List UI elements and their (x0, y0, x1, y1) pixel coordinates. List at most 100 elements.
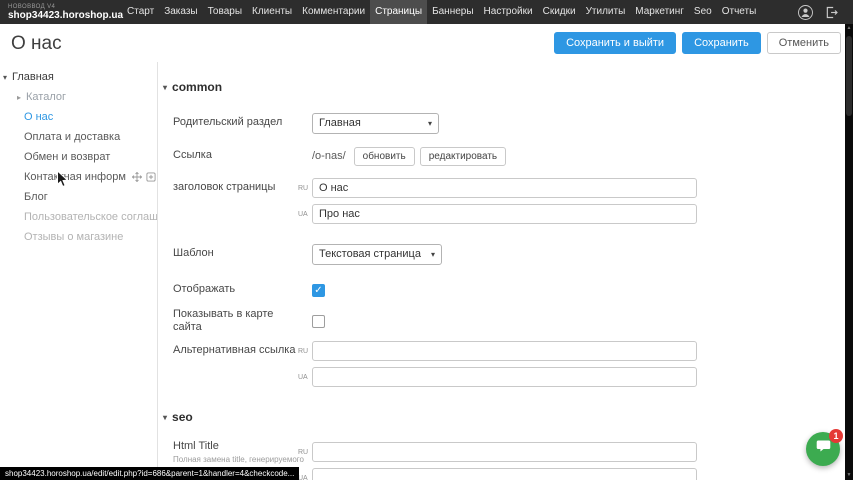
sidebar-item-label: Главная (12, 71, 54, 83)
sidebar-item-label: О нас (24, 111, 53, 123)
sidebar-item-3[interactable]: Оплата и доставка (0, 127, 157, 147)
field-row-display: Отображать ✓ (173, 282, 843, 298)
link-refresh-button[interactable]: обновить (354, 147, 415, 166)
sidebar-item-label: Контактная информ (24, 171, 126, 183)
scroll-down-icon[interactable]: ▼ (845, 472, 853, 478)
sidebar-item-0[interactable]: ▾Главная (0, 67, 157, 87)
field-label-sitemap: Показывать в карте сайта (173, 308, 298, 334)
parent-section-select[interactable]: Главная ▾ (312, 113, 439, 134)
chat-widget-button[interactable]: 1 (806, 432, 840, 466)
chevron-down-icon[interactable]: ▾ (3, 73, 12, 82)
template-value: Текстовая страница (319, 248, 421, 260)
field-label-page-title: заголовок страницы (173, 181, 298, 194)
field-label-html-title: Html Title (173, 440, 219, 452)
menu-item-12[interactable]: Отчеты (717, 0, 762, 24)
save-and-exit-button[interactable]: Сохранить и выйти (554, 32, 676, 54)
field-label-link: Ссылка (173, 149, 298, 162)
menu-item-11[interactable]: Seo (689, 0, 717, 24)
field-row-html-title-ru: Html Title Полная замена title, генериру… (173, 442, 843, 462)
app-window: НОВОВВОД V4 shop34423.horoshop.ua СтартЗ… (0, 0, 853, 480)
sidebar-item-7[interactable]: Пользовательское соглашение (0, 207, 157, 227)
field-row-template: Шаблон Текстовая страница ▾ (173, 243, 843, 265)
scroll-up-icon[interactable]: ▲ (845, 25, 853, 31)
move-icon[interactable] (132, 172, 142, 182)
menu-item-6[interactable]: Баннеры (427, 0, 478, 24)
status-url: shop34423.horoshop.ua/edit/edit.php?id=6… (0, 467, 299, 480)
logout-icon[interactable] (824, 5, 839, 20)
field-row-page-title-ua: UA (173, 204, 843, 224)
link-value: /o-nas/ (312, 150, 346, 162)
page-title: О нас (11, 33, 62, 55)
sidebar-item-8[interactable]: Отзывы о магазине (0, 227, 157, 247)
field-row-sitemap: Показывать в карте сайта (173, 313, 843, 329)
sidebar-item-6[interactable]: Блог (0, 187, 157, 207)
menu-item-5[interactable]: Страницы (370, 0, 427, 24)
field-row-alt-link-ru: Альтернативная ссылка RU (173, 341, 843, 361)
menu-item-2[interactable]: Товары (203, 0, 247, 24)
section-title: seo (172, 410, 193, 424)
page-tree: ▾Главная▸КаталогО насОплата и доставкаОб… (0, 62, 158, 480)
field-label-alt-link: Альтернативная ссылка (173, 344, 298, 357)
menu-item-10[interactable]: Маркетинг (630, 0, 689, 24)
lang-tag-ru: RU (298, 185, 312, 192)
field-label-parent: Родительский раздел (173, 116, 298, 129)
user-icon[interactable] (797, 4, 814, 21)
section-header-common[interactable]: ▾ common (163, 80, 222, 94)
sidebar-row-actions (132, 172, 157, 182)
header-buttons: Сохранить и выйти Сохранить Отменить (554, 32, 841, 54)
chevron-right-icon[interactable]: ▸ (17, 93, 26, 102)
link-edit-button[interactable]: редактировать (420, 147, 506, 166)
sidebar-item-label: Обмен и возврат (24, 151, 110, 163)
sidebar-item-4[interactable]: Обмен и возврат (0, 147, 157, 167)
field-label-display: Отображать (173, 283, 298, 296)
sidebar-item-1[interactable]: ▸Каталог (0, 87, 157, 107)
section-title: common (172, 80, 222, 94)
store-brand[interactable]: НОВОВВОД V4 shop34423.horoshop.ua (0, 4, 122, 21)
field-row-link: Ссылка /o-nas/ обновить редактировать (173, 146, 843, 166)
scrollbar-thumb[interactable] (846, 36, 852, 116)
chevron-down-icon: ▾ (431, 250, 435, 259)
sidebar-item-label: Пользовательское соглашение (24, 211, 157, 223)
lang-tag-ua: UA (298, 211, 312, 218)
menu-item-4[interactable]: Комментарии (297, 0, 370, 24)
sidebar-item-2[interactable]: О нас (0, 107, 157, 127)
sidebar-item-5[interactable]: Контактная информ (0, 167, 157, 187)
sitemap-checkbox[interactable] (312, 315, 325, 328)
menu-item-0[interactable]: Старт (122, 0, 159, 24)
brand-domain: shop34423.horoshop.ua (8, 11, 122, 21)
menu-item-7[interactable]: Настройки (479, 0, 538, 24)
display-checkbox[interactable]: ✓ (312, 284, 325, 297)
page-title-ru-input[interactable] (312, 178, 697, 198)
html-title-ru-input[interactable] (312, 442, 697, 462)
collapse-icon: ▾ (163, 413, 167, 422)
brand-version-label: НОВОВВОД V4 (8, 4, 122, 10)
lang-tag-ru: RU (298, 348, 312, 355)
field-label-template: Шаблон (173, 247, 298, 260)
save-button[interactable]: Сохранить (682, 32, 761, 54)
menu-item-8[interactable]: Скидки (538, 0, 581, 24)
sidebar-item-label: Каталог (26, 91, 66, 103)
chat-badge: 1 (829, 429, 843, 443)
topbar: НОВОВВОД V4 shop34423.horoshop.ua СтартЗ… (0, 0, 853, 24)
page-title-ua-input[interactable] (312, 204, 697, 224)
lang-tag-ua: UA (298, 475, 312, 480)
edit-form: ▾ common Родительский раздел Главная ▾ С… (158, 62, 845, 480)
alt-link-ru-input[interactable] (312, 341, 697, 361)
html-title-ua-input[interactable] (312, 468, 697, 480)
cancel-button[interactable]: Отменить (767, 32, 841, 54)
section-header-seo[interactable]: ▾ seo (163, 410, 193, 424)
sidebar-item-label: Отзывы о магазине (24, 231, 123, 243)
page-header: О нас Сохранить и выйти Сохранить Отмени… (0, 24, 853, 62)
template-select[interactable]: Текстовая страница ▾ (312, 244, 442, 265)
menu-item-1[interactable]: Заказы (159, 0, 202, 24)
scrollbar[interactable]: ▲ ▼ (845, 24, 853, 480)
field-hint-html-title: Полная замена title, генерируемого (173, 455, 323, 464)
add-icon[interactable] (146, 172, 156, 182)
lang-tag-ua: UA (298, 374, 312, 381)
sidebar-item-label: Оплата и доставка (24, 131, 120, 143)
menu-item-3[interactable]: Клиенты (247, 0, 297, 24)
chevron-down-icon: ▾ (428, 119, 432, 128)
alt-link-ua-input[interactable] (312, 367, 697, 387)
collapse-icon: ▾ (163, 83, 167, 92)
menu-item-9[interactable]: Утилиты (581, 0, 631, 24)
